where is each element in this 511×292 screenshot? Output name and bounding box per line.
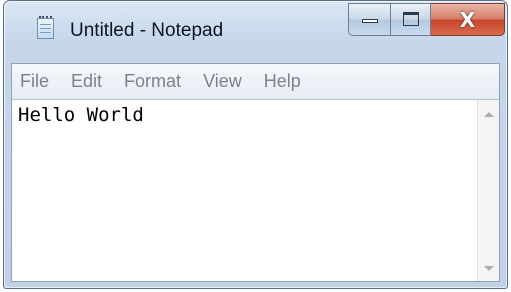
notepad-icon-line bbox=[40, 24, 51, 25]
text-editor[interactable]: Hello World bbox=[12, 100, 477, 281]
maximize-icon bbox=[403, 12, 419, 26]
editor-content: Hello World bbox=[18, 104, 144, 126]
vertical-scrollbar[interactable] bbox=[477, 100, 499, 281]
maximize-button[interactable] bbox=[390, 3, 431, 36]
notepad-icon-line bbox=[40, 28, 51, 29]
notepad-icon-line bbox=[40, 32, 51, 33]
client-area: File Edit Format View Help Hello World bbox=[11, 63, 500, 282]
menu-format[interactable]: Format bbox=[124, 71, 181, 92]
caption-buttons: X bbox=[348, 3, 505, 36]
menu-edit[interactable]: Edit bbox=[71, 71, 102, 92]
title-bar[interactable]: Untitled - Notepad X bbox=[4, 1, 507, 63]
notepad-window: Untitled - Notepad X File Edit Format Vi… bbox=[3, 0, 508, 289]
menu-file[interactable]: File bbox=[20, 71, 49, 92]
minimize-icon bbox=[362, 19, 378, 23]
scroll-up-arrow-icon[interactable] bbox=[484, 112, 494, 117]
close-button[interactable]: X bbox=[431, 3, 505, 36]
window-title: Untitled - Notepad bbox=[70, 20, 224, 41]
menu-bar: File Edit Format View Help bbox=[12, 64, 499, 100]
close-icon: X bbox=[459, 8, 476, 32]
notepad-icon[interactable] bbox=[37, 16, 54, 39]
scroll-down-arrow-icon[interactable] bbox=[484, 266, 494, 271]
notepad-icon-binding bbox=[39, 16, 52, 22]
menu-help[interactable]: Help bbox=[264, 71, 301, 92]
minimize-button[interactable] bbox=[348, 3, 390, 36]
menu-view[interactable]: View bbox=[203, 71, 242, 92]
